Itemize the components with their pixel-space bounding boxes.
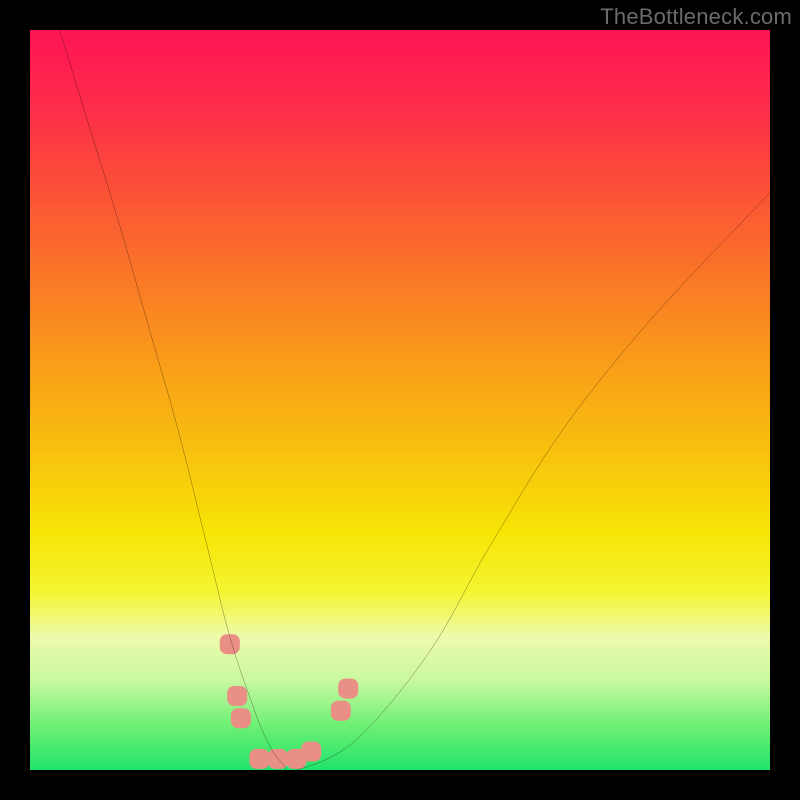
valley-marker: [301, 742, 321, 762]
valley-marker: [331, 701, 351, 721]
valley-marker: [231, 708, 251, 728]
valley-marker: [249, 749, 269, 769]
valley-marker-group: [220, 634, 358, 769]
valley-marker: [227, 686, 247, 706]
valley-marker: [338, 679, 358, 699]
chart-frame: TheBottleneck.com: [0, 0, 800, 800]
valley-marker: [268, 749, 288, 769]
watermark-text: TheBottleneck.com: [600, 4, 792, 30]
bottleneck-curve: [60, 30, 770, 770]
plot-svg: [30, 30, 770, 770]
